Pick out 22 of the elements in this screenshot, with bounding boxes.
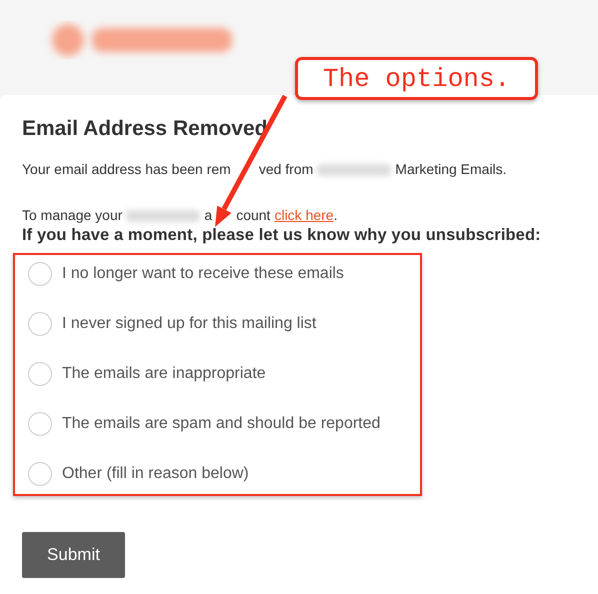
click-here-link[interactable]: click here xyxy=(274,207,334,223)
removed-text: Marketing Emails. xyxy=(395,161,507,178)
option-label: Other (fill in reason below) xyxy=(62,465,249,483)
removed-text: Your email address has been rem xyxy=(22,161,231,178)
radio-button[interactable] xyxy=(28,262,52,286)
question-text: If you have a moment, please let us know why you unsubscribed: xyxy=(22,226,542,245)
submit-button[interactable]: Submit xyxy=(22,532,125,578)
option-label: The emails are spam and should be reported xyxy=(62,415,380,433)
radio-button[interactable] xyxy=(28,312,52,336)
option-label: The emails are inappropriate xyxy=(62,365,266,383)
annotation-label: The options. xyxy=(295,57,538,100)
option-label: I no longer want to receive these emails xyxy=(62,265,344,283)
option-label: I never signed up for this mailing list xyxy=(62,315,316,333)
removed-text: ved from xyxy=(258,161,314,178)
manage-text: To manage your xyxy=(22,207,122,224)
manage-text: count xyxy=(236,207,270,224)
radio-button[interactable] xyxy=(28,412,52,436)
radio-button[interactable] xyxy=(28,362,52,386)
period-text: . xyxy=(334,207,338,223)
manage-text: a xyxy=(204,207,212,224)
page-title: Email Address Removed xyxy=(22,117,268,141)
radio-button[interactable] xyxy=(28,462,52,486)
